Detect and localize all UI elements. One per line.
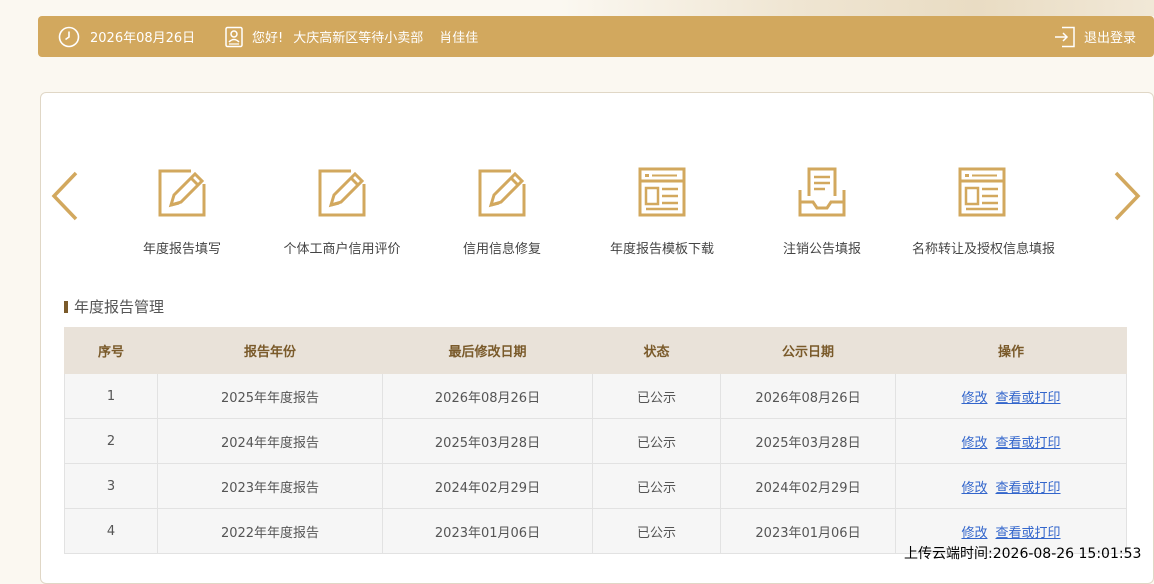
chevron-left-icon	[51, 171, 78, 221]
func-template-download[interactable]: 年度报告模板下载	[592, 166, 732, 257]
template-icon	[912, 166, 1052, 220]
edit-icon	[432, 166, 572, 220]
cell-status: 已公示	[592, 463, 721, 509]
logout-button[interactable]: 退出登录	[1046, 16, 1136, 57]
view-print-link[interactable]: 查看或打印	[996, 391, 1061, 406]
user-name: 肖佳佳	[439, 31, 479, 46]
view-print-link[interactable]: 查看或打印	[996, 481, 1061, 496]
date-display: 2026年08月26日	[58, 16, 195, 57]
col-header: 报告年份	[157, 327, 383, 374]
cell-publish-date: 2026年08月26日	[720, 373, 896, 419]
user-badge-icon	[224, 26, 244, 48]
background-decoration	[560, 0, 1154, 16]
func-label: 年度报告填写	[142, 242, 221, 257]
section-marker	[64, 300, 68, 313]
table-row: 3 2023年年度报告 2024年02月29日 已公示 2024年02月29日 …	[64, 463, 1127, 509]
cell-year: 2023年年度报告	[157, 463, 383, 509]
cell-modified: 2026年08月26日	[382, 373, 593, 419]
user-info: 您好! 大庆高新区等待小卖部 肖佳佳	[224, 16, 478, 57]
cell-index: 4	[64, 508, 158, 554]
cell-status: 已公示	[592, 373, 721, 419]
greeting-text: 您好!	[252, 31, 284, 46]
section-title: 年度报告管理	[64, 296, 164, 317]
col-header: 序号	[64, 327, 158, 374]
edit-link[interactable]: 修改	[961, 436, 987, 451]
carousel-next-button[interactable]	[1112, 170, 1142, 226]
cell-modified: 2023年01月06日	[382, 508, 593, 554]
cell-status: 已公示	[592, 508, 721, 554]
clock-icon	[58, 26, 80, 48]
chevron-right-icon	[1114, 171, 1141, 221]
col-header: 最后修改日期	[382, 327, 593, 374]
func-label: 年度报告模板下载	[609, 242, 714, 257]
func-label: 名称转让及授权信息填报	[912, 242, 1056, 257]
table-header-row: 序号 报告年份 最后修改日期 状态 公示日期 操作	[64, 327, 1127, 374]
cell-actions: 修改 查看或打印	[895, 418, 1127, 464]
edit-icon	[272, 166, 412, 220]
cell-actions: 修改 查看或打印	[895, 463, 1127, 509]
cell-modified: 2025年03月28日	[382, 418, 593, 464]
cell-index: 2	[64, 418, 158, 464]
upload-timestamp: 上传云端时间:2026-08-26 15:01:53	[904, 546, 1142, 562]
table-row: 2 2024年年度报告 2025年03月28日 已公示 2025年03月28日 …	[64, 418, 1127, 464]
cell-status: 已公示	[592, 418, 721, 464]
cell-publish-date: 2024年02月29日	[720, 463, 896, 509]
cell-year: 2022年年度报告	[157, 508, 383, 554]
template-icon	[592, 166, 732, 220]
edit-link[interactable]: 修改	[961, 391, 987, 406]
cell-actions: 修改 查看或打印	[895, 373, 1127, 419]
cell-modified: 2024年02月29日	[382, 463, 593, 509]
edit-link[interactable]: 修改	[961, 481, 987, 496]
func-annual-report-fill[interactable]: 年度报告填写	[112, 166, 252, 257]
col-header: 状态	[592, 327, 721, 374]
func-self-employed-credit[interactable]: 个体工商户信用评价	[272, 166, 412, 257]
current-date: 2026年08月26日	[90, 31, 196, 46]
col-header: 操作	[895, 327, 1127, 374]
inbox-icon	[752, 166, 892, 220]
organization-name: 大庆高新区等待小卖部	[293, 31, 424, 46]
edit-icon	[112, 166, 252, 220]
carousel-prev-button[interactable]	[50, 170, 80, 226]
view-print-link[interactable]: 查看或打印	[996, 526, 1061, 541]
func-name-transfer[interactable]: 名称转让及授权信息填报	[912, 166, 1056, 257]
cell-index: 1	[64, 373, 158, 419]
func-cancellation-notice[interactable]: 注销公告填报	[752, 166, 892, 257]
func-credit-repair[interactable]: 信用信息修复	[432, 166, 572, 257]
section-title-text: 年度报告管理	[74, 298, 165, 316]
logout-label: 退出登录	[1084, 31, 1137, 46]
logout-icon	[1054, 26, 1076, 48]
table-row: 1 2025年年度报告 2026年08月26日 已公示 2026年08月26日 …	[64, 373, 1127, 419]
func-label: 注销公告填报	[782, 242, 861, 257]
view-print-link[interactable]: 查看或打印	[996, 436, 1061, 451]
report-table: 序号 报告年份 最后修改日期 状态 公示日期 操作 1 2025年年度报告 20…	[64, 327, 1127, 554]
cell-year: 2025年年度报告	[157, 373, 383, 419]
col-header: 公示日期	[720, 327, 896, 374]
edit-link[interactable]: 修改	[961, 526, 987, 541]
cell-publish-date: 2023年01月06日	[720, 508, 896, 554]
cell-year: 2024年年度报告	[157, 418, 383, 464]
cell-publish-date: 2025年03月28日	[720, 418, 896, 464]
top-bar: 2026年08月26日 您好! 大庆高新区等待小卖部 肖佳佳 退出登录	[38, 16, 1154, 57]
cell-index: 3	[64, 463, 158, 509]
func-label: 个体工商户信用评价	[283, 242, 401, 257]
func-label: 信用信息修复	[462, 242, 541, 257]
